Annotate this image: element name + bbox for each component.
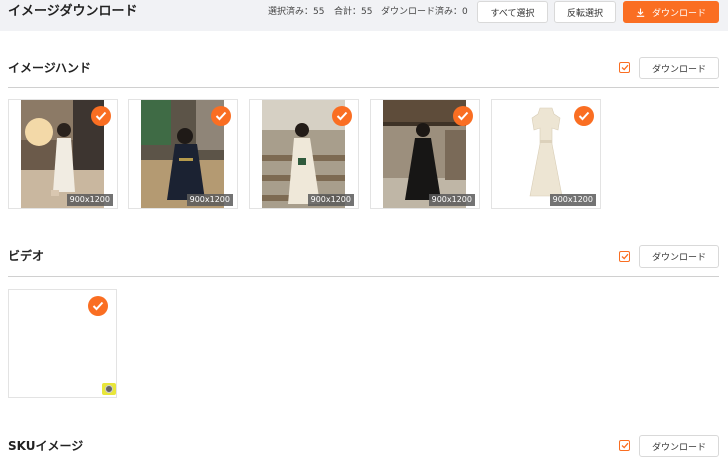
select-all-button[interactable]: すべて選択 — [477, 1, 548, 23]
selected-check-icon[interactable] — [574, 106, 594, 126]
selected-check-icon[interactable] — [332, 106, 352, 126]
section-divider — [8, 276, 719, 277]
video-play-icon[interactable] — [102, 383, 116, 395]
download-all-button[interactable]: ダウンロード — [623, 1, 719, 23]
images-download-button[interactable]: ダウンロード — [639, 57, 719, 79]
section-title-video: ビデオ — [8, 249, 45, 263]
invert-select-button[interactable]: 反転選択 — [554, 1, 616, 23]
sku-download-button[interactable]: ダウンロード — [639, 435, 719, 457]
top-bar: イメージダウンロード 選択済み：55 合計：55 ダウンロード済み：0 すべて選… — [0, 0, 728, 31]
page-title: イメージダウンロード — [8, 4, 138, 19]
video-download-button[interactable]: ダウンロード — [639, 245, 719, 268]
image-size-badge: 900x1200 — [428, 194, 475, 206]
image-card[interactable]: 900x1200 — [370, 99, 480, 209]
section-title-sku: SKUイメージ — [8, 439, 84, 453]
selected-count: 選択済み：55 — [268, 7, 325, 17]
images-section-checkbox[interactable] — [619, 62, 630, 73]
section-divider — [8, 87, 719, 88]
image-card[interactable]: 900x1200 — [8, 99, 118, 209]
download-all-label: ダウンロード — [651, 8, 706, 19]
image-card[interactable]: 900x1200 — [491, 99, 601, 209]
image-size-badge: 900x1200 — [66, 194, 113, 206]
total-count: 合計：55 — [334, 7, 373, 17]
selected-check-icon[interactable] — [88, 296, 108, 316]
download-icon — [636, 8, 645, 17]
image-size-badge: 900x1200 — [549, 194, 596, 206]
selected-check-icon[interactable] — [453, 106, 473, 126]
image-size-badge: 900x1200 — [307, 194, 354, 206]
downloaded-count: ダウンロード済み：0 — [381, 7, 468, 17]
video-section-checkbox[interactable] — [619, 251, 630, 262]
selected-check-icon[interactable] — [91, 106, 111, 126]
image-card[interactable]: 900x1200 — [128, 99, 238, 209]
section-title-images: イメージハンド — [8, 61, 92, 75]
image-size-badge: 900x1200 — [186, 194, 233, 206]
video-card[interactable] — [8, 289, 117, 398]
selected-check-icon[interactable] — [211, 106, 231, 126]
sku-section-checkbox[interactable] — [619, 440, 630, 451]
image-card[interactable]: 900x1200 — [249, 99, 359, 209]
